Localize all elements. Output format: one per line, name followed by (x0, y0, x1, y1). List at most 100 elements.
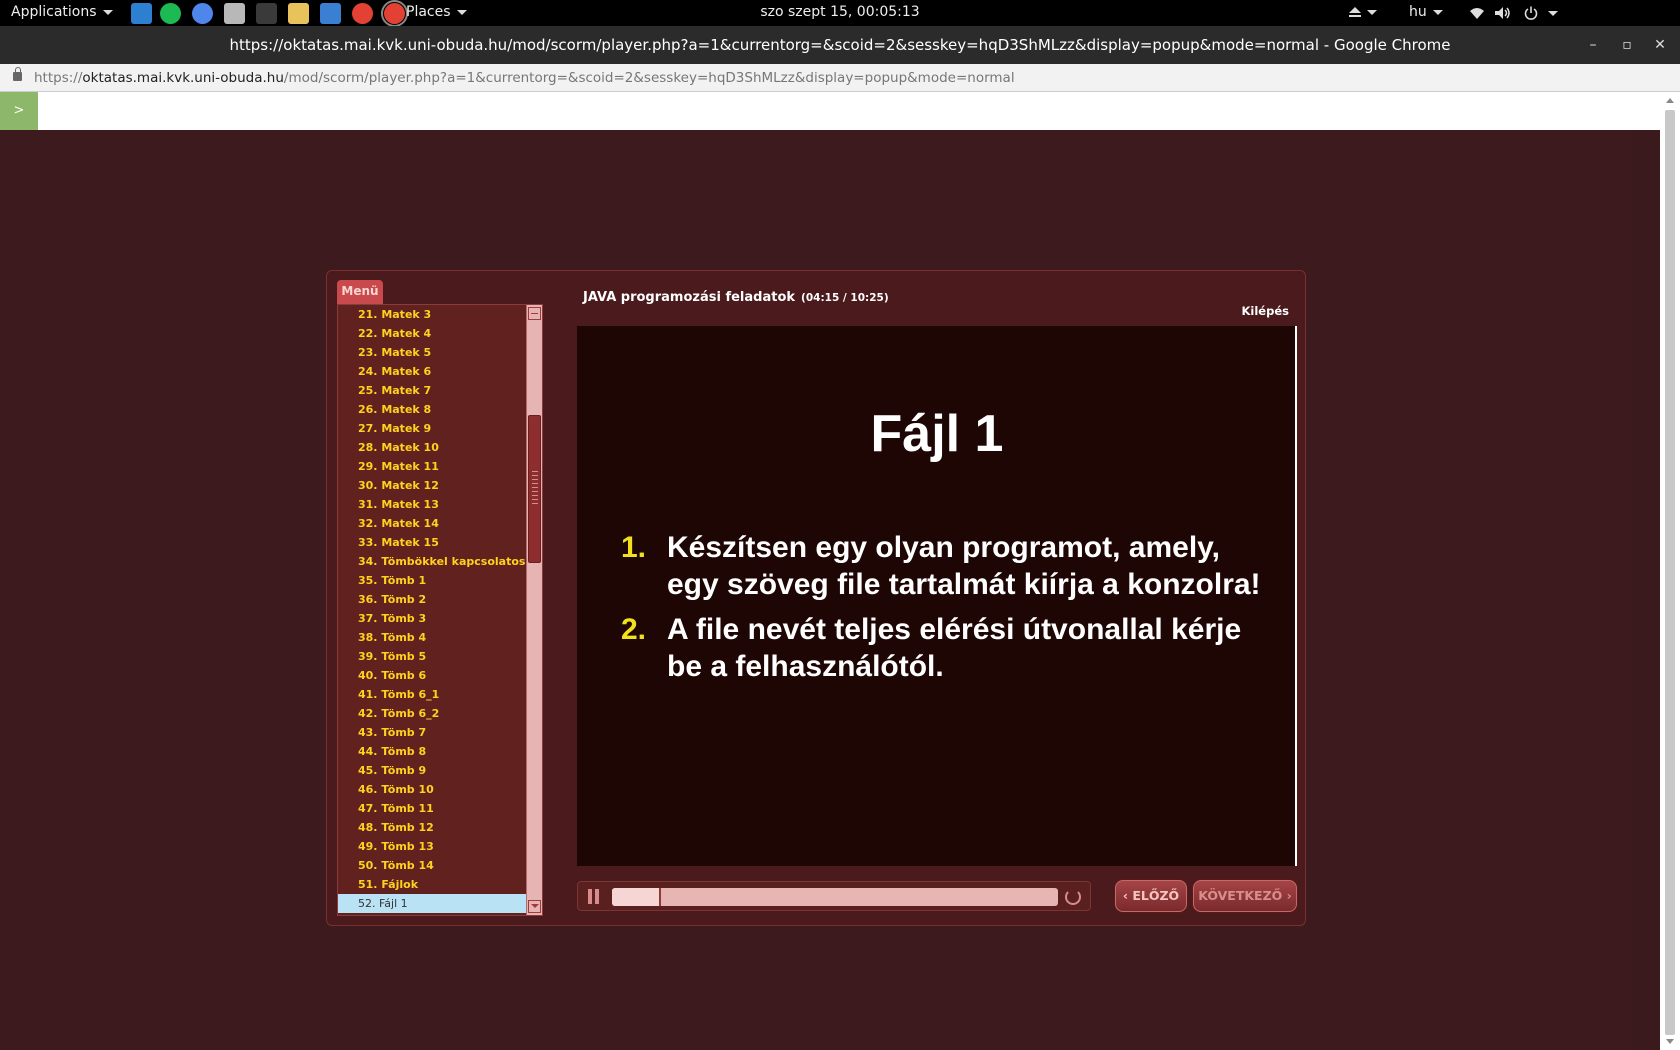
menu-item[interactable]: 40. Tömb 6 (338, 666, 526, 685)
system-monitor-icon[interactable] (320, 3, 341, 24)
menu-item[interactable]: 23. Matek 5 (338, 343, 526, 362)
scroll-down-icon[interactable] (1666, 1039, 1674, 1044)
scroll-up-icon[interactable] (1666, 98, 1674, 103)
menu-item[interactable]: 31. Matek 13 (338, 495, 526, 514)
menu-item[interactable]: 46. Tömb 10 (338, 780, 526, 799)
keyboard-layout-menu[interactable]: hu (1409, 4, 1443, 20)
menu-item[interactable]: 37. Tömb 3 (338, 609, 526, 628)
volume-icon (1495, 7, 1511, 19)
chevron-down-icon (456, 9, 467, 15)
menu-item[interactable]: 33. Matek 15 (338, 533, 526, 552)
menu-item[interactable]: 43. Tömb 7 (338, 723, 526, 742)
menu-item[interactable]: 29. Matek 11 (338, 457, 526, 476)
playback-controls (577, 881, 1091, 911)
scorm-player: Menü 21. Matek 3 22. Matek 4 23. Matek 5 24… (326, 270, 1306, 926)
menu-item[interactable]: 26. Matek 8 (338, 400, 526, 419)
url-host: oktatas.mai.kvk.uni-obuda.hu (82, 70, 284, 86)
previous-button[interactable]: ‹ ELŐZŐ (1115, 880, 1187, 912)
chrome-icon[interactable] (352, 3, 373, 24)
menu-item[interactable]: 39. Tömb 5 (338, 647, 526, 666)
menu-item[interactable]: 28. Matek 10 (338, 438, 526, 457)
slide: Fájl 1 1. Készítsen egy olyan programot, … (577, 326, 1297, 866)
menu-scrollbar[interactable] (526, 305, 542, 915)
files-icon[interactable] (131, 3, 152, 24)
menu-item[interactable]: 41. Tömb 6_1 (338, 685, 526, 704)
slide-item-number: 1. (621, 531, 647, 564)
menu-item[interactable]: 51. Fájlok (338, 875, 526, 894)
menu-item[interactable]: 30. Matek 12 (338, 476, 526, 495)
menu-item[interactable]: 32. Matek 14 (338, 514, 526, 533)
lock-icon (13, 67, 22, 81)
chrome-active-icon[interactable] (381, 0, 408, 27)
url-text[interactable]: https://oktatas.mai.kvk.uni-obuda.hu/mod… (34, 70, 1015, 86)
course-title-text: JAVA programozási feladatok (583, 290, 796, 305)
window-titlebar: https://oktatas.mai.kvk.uni-obuda.hu/mod… (0, 26, 1680, 64)
terminal-icon[interactable] (256, 3, 277, 24)
keyboard-layout-label: hu (1409, 4, 1427, 20)
menu-item[interactable]: 35. Tömb 1 (338, 571, 526, 590)
menu-item[interactable]: 38. Tömb 4 (338, 628, 526, 647)
minimize-button[interactable]: – (1583, 35, 1603, 55)
menu-item[interactable]: 48. Tömb 12 (338, 818, 526, 837)
places-menu[interactable]: Places (406, 4, 467, 20)
progress-bar[interactable] (612, 888, 1058, 906)
menu-tab[interactable]: Menü (337, 280, 383, 304)
next-button[interactable]: KÖVETKEZŐ › (1193, 880, 1297, 912)
menu-item[interactable]: 34. Tömbökkel kapcsolatos f... (338, 552, 526, 571)
menu-item[interactable]: 21. Matek 3 (338, 305, 526, 324)
menu-item[interactable]: 42. Tömb 6_2 (338, 704, 526, 723)
clock[interactable]: szo szept 15, 00:05:13 (760, 4, 919, 20)
close-button[interactable]: ✕ (1650, 35, 1670, 55)
applications-label: Applications (11, 4, 97, 20)
window-title: https://oktatas.mai.kvk.uni-obuda.hu/mod… (229, 36, 1451, 54)
page-scrollbar[interactable] (1660, 92, 1680, 1050)
menu-item[interactable]: 50. Tömb 14 (338, 856, 526, 875)
address-bar[interactable]: https://oktatas.mai.kvk.uni-obuda.hu/mod… (0, 64, 1680, 92)
slide-list-item: 2. A file nevét teljes elérési útvonallal… (621, 611, 1261, 685)
menu-item[interactable]: 49. Tömb 13 (338, 837, 526, 856)
slide-list-item: 1. Készítsen egy olyan programot, amely, … (621, 529, 1261, 603)
applications-menu[interactable]: Applications (11, 4, 113, 20)
screenshot-tool-icon[interactable] (224, 3, 245, 24)
menu-item[interactable]: 44. Tömb 8 (338, 742, 526, 761)
chevron-down-icon (102, 9, 113, 15)
menu-scroll-up-button[interactable] (528, 307, 541, 320)
slide-item-number: 2. (621, 613, 647, 646)
menu-item[interactable]: 36. Tömb 2 (338, 590, 526, 609)
system-status-menu[interactable] (1469, 5, 1559, 21)
replay-icon[interactable] (1065, 889, 1081, 905)
eject-menu[interactable] (1349, 4, 1377, 20)
maximize-button[interactable]: ▫ (1617, 35, 1637, 55)
url-path: /mod/scorm/player.php?a=1&currentorg=&sc… (283, 70, 1015, 86)
menu-item[interactable]: 45. Tömb 9 (338, 761, 526, 780)
course-time: (04:15 / 10:25) (801, 292, 889, 304)
exit-link[interactable]: Kilépés (1242, 304, 1289, 318)
slide-item-text: A file nevét teljes elérési útvonallal k… (667, 613, 1242, 683)
menu-panel: 21. Matek 3 22. Matek 4 23. Matek 5 24. Mat… (337, 304, 543, 916)
spotify-icon[interactable] (160, 3, 181, 24)
menu-scroll-down-button[interactable] (528, 900, 541, 913)
menu-item[interactable]: 27. Matek 9 (338, 419, 526, 438)
top-panel: Applications Places szo szept 15, 00:05:… (0, 0, 1680, 27)
menu-item[interactable]: 47. Tömb 11 (338, 799, 526, 818)
menu-scroll-thumb[interactable] (528, 415, 541, 563)
menu-item[interactable]: 52. Fájl 1 (338, 894, 526, 913)
toggle-toc-button[interactable]: > (0, 92, 38, 130)
chevron-down-icon (1367, 9, 1377, 15)
slide-heading: Fájl 1 (870, 405, 1004, 463)
scroll-thumb[interactable] (1665, 110, 1675, 1035)
pause-icon[interactable] (587, 889, 601, 904)
menu-list: 21. Matek 3 22. Matek 4 23. Matek 5 24. Mat… (338, 305, 526, 913)
progress-fill (612, 888, 662, 906)
menu-item[interactable]: 22. Matek 4 (338, 324, 526, 343)
eject-icon (1349, 5, 1361, 17)
url-scheme: https:// (34, 70, 83, 86)
power-icon (1524, 6, 1538, 20)
menu-item[interactable]: 25. Matek 7 (338, 381, 526, 400)
text-editor-icon[interactable] (288, 3, 309, 24)
menu-item[interactable]: 24. Matek 6 (338, 362, 526, 381)
slide-item-text: Készítsen egy olyan programot, amely, eg… (667, 531, 1261, 601)
chromium-icon[interactable] (192, 3, 213, 24)
course-title: JAVA programozási feladatok (04:15 / 10:2… (583, 290, 889, 305)
chevron-down-icon (1548, 10, 1559, 16)
